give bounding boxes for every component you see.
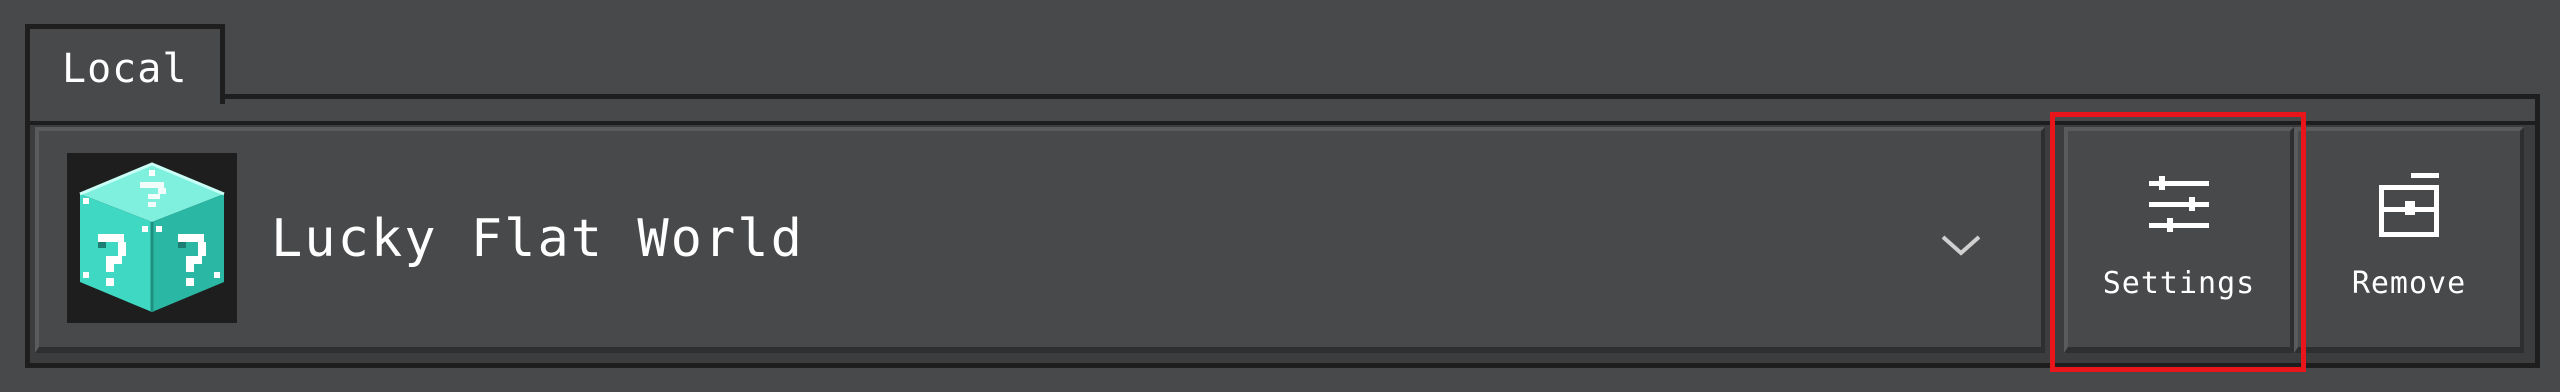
remove-label: Remove [2351, 266, 2467, 301]
worlds-panel: Lucky Flat World Settings Remove [25, 94, 2540, 368]
worlds-screen: Local Lucky Flat World Settings Remove [0, 0, 2560, 392]
panel-header-strip [30, 99, 2535, 125]
world-name: Lucky Flat World [271, 209, 804, 269]
sliders-icon [2149, 176, 2209, 232]
tab-local-label: Local [62, 46, 188, 92]
remove-button[interactable]: Remove [2294, 127, 2524, 353]
settings-label: Settings [2102, 266, 2256, 301]
tab-local[interactable]: Local [25, 24, 225, 110]
settings-button[interactable]: Settings [2064, 127, 2294, 353]
remove-icon [2379, 173, 2439, 237]
world-thumbnail [67, 153, 237, 323]
chevron-down-icon[interactable] [1939, 231, 1983, 259]
world-list-item[interactable]: Lucky Flat World [35, 127, 2045, 353]
lucky-block-icon [79, 162, 225, 312]
